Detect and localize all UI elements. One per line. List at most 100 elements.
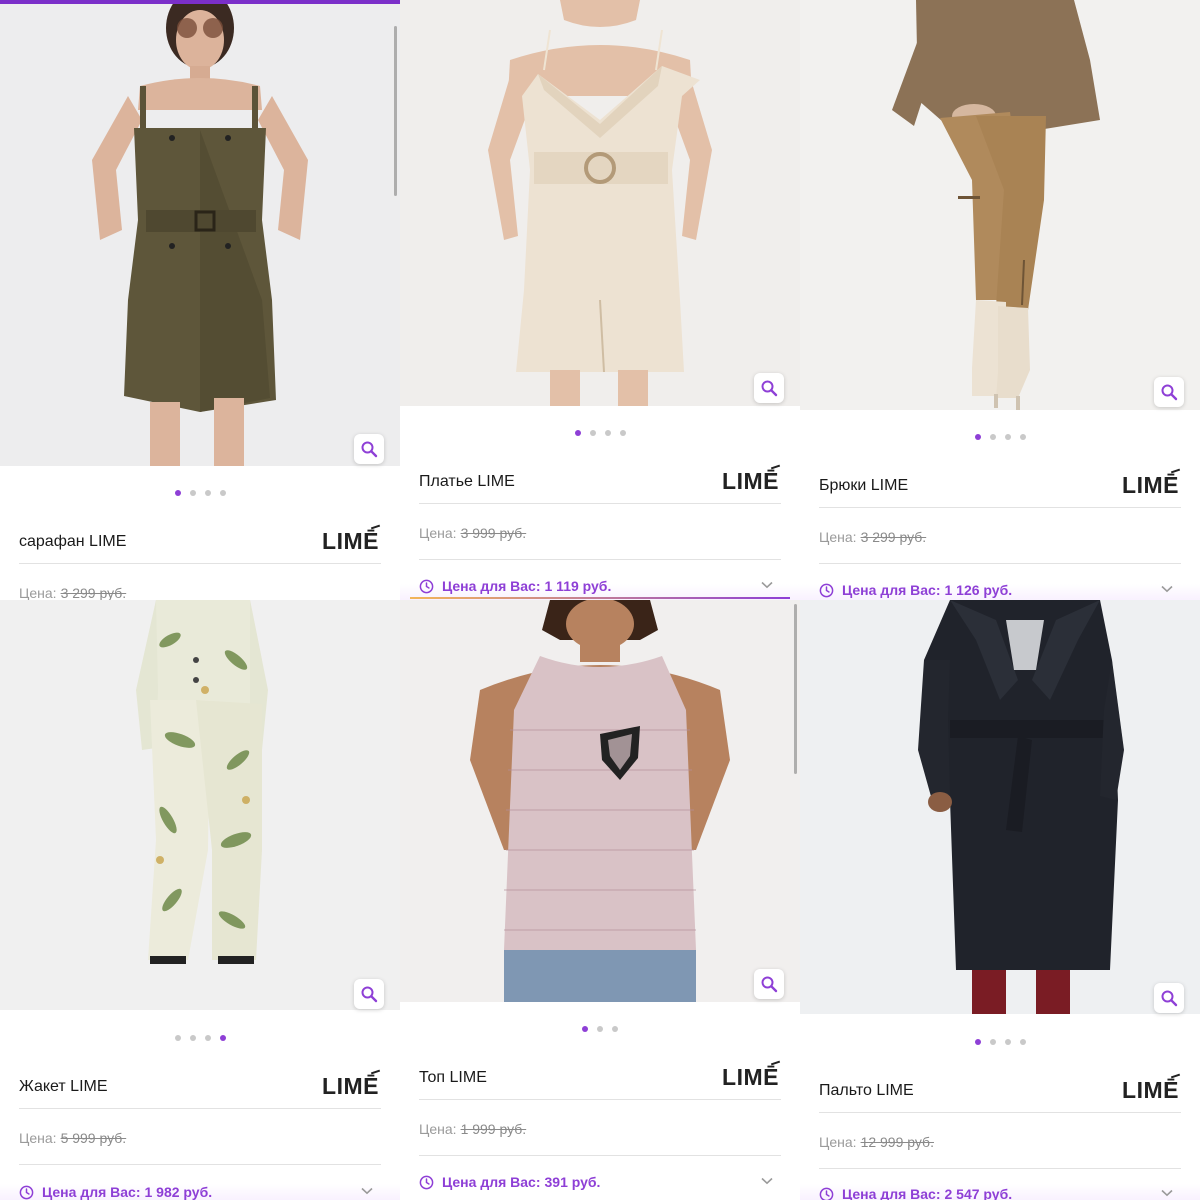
- price-label: Цена:: [419, 1120, 457, 1137]
- chevron-down-icon[interactable]: [1161, 585, 1173, 593]
- clock-icon: [419, 579, 434, 593]
- personal-price-value: 1 982 руб.: [144, 1184, 213, 1200]
- price-row: Цена: 12 999 руб.: [819, 1115, 1181, 1169]
- product-title-row: Пальто LIME LIMĒ: [819, 1069, 1181, 1113]
- pagination-dot[interactable]: [974, 1039, 981, 1045]
- product-title-row: сарафан LIME LIMĒ: [19, 520, 381, 564]
- chevron-down-icon[interactable]: [761, 581, 773, 589]
- pagination-dot[interactable]: [619, 430, 626, 436]
- product-card[interactable]: Платье LIME LIMĒ Цена: 3 999 руб. Цена д…: [400, 0, 800, 600]
- pagination-dot[interactable]: [612, 1026, 618, 1032]
- progress-bar: [410, 597, 790, 599]
- pagination-dot[interactable]: [189, 1035, 196, 1041]
- zoom-button[interactable]: [354, 979, 384, 1009]
- pagination-dot[interactable]: [219, 1035, 226, 1041]
- pagination-dot[interactable]: [974, 434, 981, 440]
- product-card[interactable]: Брюки LIME LIMĒ Цена: 3 299 руб. Цена дл…: [800, 0, 1200, 600]
- brand-logo: LIMĒ: [722, 1064, 779, 1090]
- product-photo[interactable]: [800, 600, 1200, 1014]
- product-card[interactable]: Пальто LIME LIMĒ Цена: 12 999 руб. Цена …: [800, 600, 1200, 1200]
- price-row: Цена: 1 999 руб.: [419, 1102, 781, 1156]
- personal-price-row[interactable]: Цена для Вас: 1 126 руб.: [819, 576, 1181, 600]
- old-price: 3 299 руб.: [860, 528, 927, 545]
- product-card[interactable]: сарафан LIME LIMĒ Цена: 3 299 руб.: [0, 0, 400, 600]
- pagination-dot[interactable]: [1004, 1039, 1011, 1045]
- personal-price-row[interactable]: Цена для Вас: 1 119 руб.: [419, 572, 781, 600]
- pagination-dot[interactable]: [219, 490, 226, 496]
- product-photo[interactable]: [400, 0, 800, 406]
- pagination-dot[interactable]: [1019, 1039, 1026, 1045]
- price-label: Цена:: [19, 1129, 57, 1146]
- product-title[interactable]: Топ LIME: [419, 1069, 487, 1087]
- image-pagination[interactable]: [400, 1026, 800, 1032]
- pagination-dot[interactable]: [604, 430, 611, 436]
- scrollbar-thumb[interactable]: [794, 604, 797, 774]
- zoom-button[interactable]: [754, 969, 784, 999]
- price-label: Цена:: [819, 1133, 857, 1150]
- pagination-dot[interactable]: [174, 490, 181, 496]
- product-photo[interactable]: [0, 0, 400, 466]
- zoom-button[interactable]: [1154, 983, 1184, 1013]
- magnifier-icon: [361, 441, 378, 458]
- brand-logo: LIMĒ: [322, 528, 379, 554]
- personal-price-row[interactable]: Цена для Вас: 2 547 руб.: [819, 1180, 1181, 1200]
- product-title[interactable]: сарафан LIME: [19, 533, 126, 551]
- pagination-dot[interactable]: [989, 434, 996, 440]
- product-title[interactable]: Жакет LIME: [19, 1078, 108, 1096]
- product-title-row: Брюки LIME LIMĒ: [819, 464, 1181, 508]
- old-price: 12 999 руб.: [860, 1133, 934, 1150]
- product-title-row: Топ LIME LIMĒ: [419, 1056, 781, 1100]
- product-photo[interactable]: [400, 600, 800, 1002]
- price-row: Цена: 3 999 руб.: [419, 506, 781, 560]
- personal-price-label: Цена для Вас:: [442, 578, 541, 594]
- zoom-button[interactable]: [754, 373, 784, 403]
- pagination-dot[interactable]: [1004, 434, 1011, 440]
- brand-logo: LIMĒ: [1122, 1077, 1179, 1103]
- chevron-down-icon[interactable]: [361, 1187, 373, 1195]
- price-row: Цена: 3 299 руб.: [19, 566, 381, 601]
- product-title-row: Платье LIME LIMĒ: [419, 460, 781, 504]
- pagination-dot[interactable]: [189, 490, 196, 496]
- image-pagination[interactable]: [400, 430, 800, 436]
- pagination-dot[interactable]: [582, 1026, 588, 1032]
- image-pagination[interactable]: [0, 1035, 400, 1041]
- old-price: 3 999 руб.: [460, 524, 527, 541]
- image-pagination[interactable]: [800, 1039, 1200, 1045]
- image-pagination[interactable]: [800, 434, 1200, 440]
- magnifier-icon: [361, 986, 378, 1003]
- zoom-button[interactable]: [1154, 377, 1184, 407]
- pagination-dot[interactable]: [989, 1039, 996, 1045]
- personal-price-row[interactable]: Цена для Вас: 391 руб.: [419, 1168, 781, 1196]
- pagination-dot[interactable]: [174, 1035, 181, 1041]
- product-card[interactable]: Топ LIME LIMĒ Цена: 1 999 руб. Цена для …: [400, 600, 800, 1200]
- price-row: Цена: 5 999 руб.: [19, 1111, 381, 1165]
- personal-price-label: Цена для Вас:: [842, 582, 941, 598]
- scrollbar-thumb[interactable]: [394, 26, 397, 196]
- old-price: 3 299 руб.: [60, 584, 127, 601]
- personal-price-value: 1 126 руб.: [944, 582, 1013, 598]
- personal-price-row[interactable]: Цена для Вас: 1 982 руб.: [19, 1178, 381, 1200]
- product-photo[interactable]: [0, 600, 400, 1010]
- top-accent-bar: [0, 0, 400, 4]
- chevron-down-icon[interactable]: [761, 1177, 773, 1185]
- product-photo[interactable]: [800, 0, 1200, 410]
- chevron-down-icon[interactable]: [1161, 1189, 1173, 1197]
- old-price: 5 999 руб.: [60, 1129, 127, 1146]
- clock-icon: [819, 1187, 834, 1200]
- price-label: Цена:: [419, 524, 457, 541]
- zoom-button[interactable]: [354, 434, 384, 464]
- product-title[interactable]: Брюки LIME: [819, 477, 908, 495]
- product-title[interactable]: Платье LIME: [419, 473, 515, 491]
- product-card[interactable]: Жакет LIME LIMĒ Цена: 5 999 руб. Цена дл…: [0, 600, 400, 1200]
- clock-icon: [419, 1175, 434, 1189]
- pagination-dot[interactable]: [589, 430, 596, 436]
- price-row: Цена: 3 299 руб.: [819, 510, 1181, 564]
- pagination-dot[interactable]: [1019, 434, 1026, 440]
- product-title[interactable]: Пальто LIME: [819, 1082, 914, 1100]
- pagination-dot[interactable]: [574, 430, 581, 436]
- image-pagination[interactable]: [0, 490, 400, 496]
- pagination-dot[interactable]: [204, 490, 211, 496]
- pagination-dot[interactable]: [204, 1035, 211, 1041]
- personal-price-value: 391 руб.: [544, 1174, 601, 1190]
- pagination-dot[interactable]: [597, 1026, 603, 1032]
